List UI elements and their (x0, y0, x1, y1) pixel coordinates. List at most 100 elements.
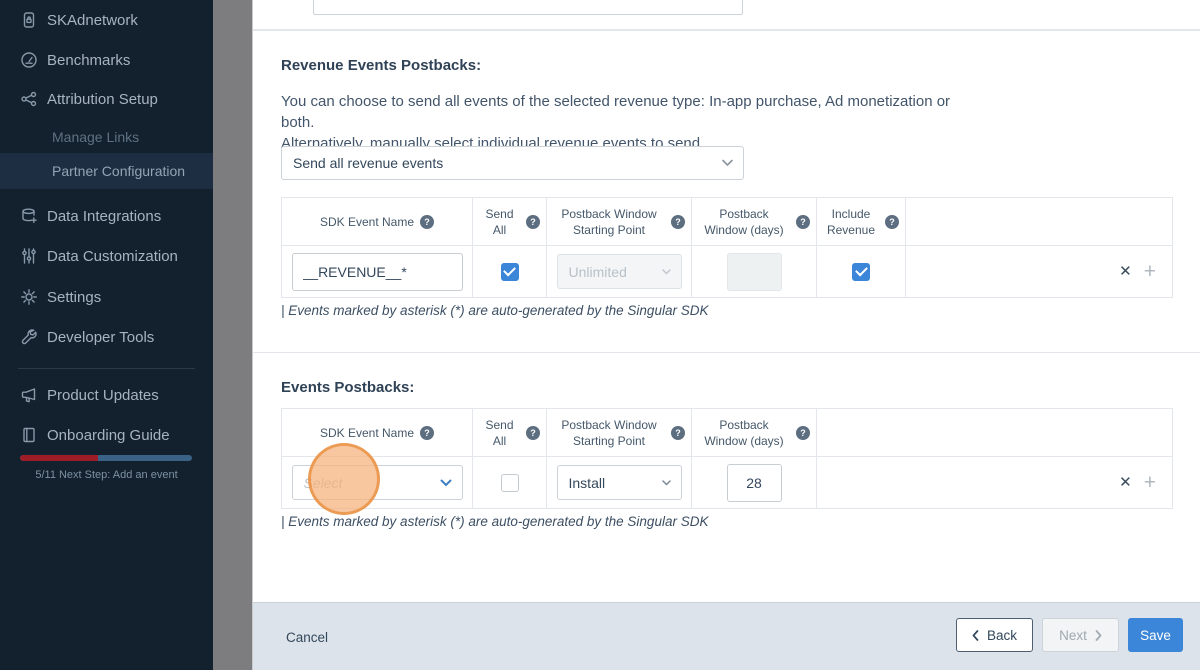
include-revenue-cell (817, 246, 906, 297)
add-row-icon[interactable] (1144, 261, 1156, 282)
col-header-send-all: Send All (473, 198, 547, 245)
next-button[interactable]: Next (1042, 618, 1119, 652)
row-actions-cell (906, 246, 1172, 297)
help-icon[interactable] (526, 215, 540, 229)
postback-window-days-cell (692, 246, 817, 297)
postback-window-start-value: Unlimited (558, 264, 627, 280)
help-icon[interactable] (796, 426, 810, 440)
help-icon[interactable] (671, 426, 685, 440)
sidebar-divider (18, 368, 195, 369)
chevron-right-icon (1095, 630, 1102, 641)
postback-window-start-value: Install (558, 475, 606, 491)
top-divider (253, 29, 1200, 31)
events-table: SDK Event Name Send All Postback Window … (281, 408, 1173, 509)
next-button-label: Next (1059, 628, 1087, 643)
event-name-select[interactable]: Select (292, 465, 463, 500)
help-icon[interactable] (526, 426, 540, 440)
asterisk-note: | Events marked by asterisk (*) are auto… (281, 303, 708, 318)
col-header-label: Postback Window Starting Point (553, 206, 665, 238)
table-row: Unlimited (282, 246, 1172, 297)
event-name-placeholder: Select (293, 475, 343, 491)
chevron-down-icon (440, 479, 452, 487)
megaphone-icon (20, 386, 38, 404)
sidebar-item-label: Onboarding Guide (47, 427, 170, 444)
sidebar-item-data-integrations[interactable]: Data Integrations (0, 196, 213, 236)
phone-lock-icon (20, 11, 38, 29)
back-button-label: Back (987, 628, 1017, 643)
col-header-send-all: Send All (473, 409, 547, 456)
sidebar-item-label: Settings (47, 289, 101, 306)
remove-row-icon[interactable] (1119, 475, 1132, 490)
include-revenue-checkbox[interactable] (852, 263, 870, 281)
database-plus-icon (20, 207, 38, 225)
help-icon[interactable] (420, 215, 434, 229)
col-header-postback-window-start: Postback Window Starting Point (547, 198, 692, 245)
sidebar-item-onboarding-guide[interactable]: Onboarding Guide (0, 415, 213, 455)
col-header-label: Include Revenue (823, 206, 879, 238)
save-button[interactable]: Save (1128, 618, 1183, 652)
sliders-icon (20, 247, 38, 265)
send-all-cell (473, 246, 547, 297)
col-header-actions (906, 198, 1172, 245)
sidebar-item-skadnetwork[interactable]: SKAdnetwork (0, 0, 213, 40)
remove-row-icon[interactable] (1119, 264, 1132, 279)
dimmed-backdrop (213, 0, 252, 670)
sidebar: SKAdnetwork Benchmarks Attribution Setup… (0, 0, 213, 670)
table-row: Select Install (282, 457, 1172, 508)
col-header-postback-window-start: Postback Window Starting Point (547, 409, 692, 456)
back-button[interactable]: Back (956, 618, 1033, 652)
cancel-link[interactable]: Cancel (286, 603, 328, 670)
send-all-checkbox[interactable] (501, 263, 519, 281)
save-button-label: Save (1140, 628, 1171, 643)
help-icon[interactable] (671, 215, 685, 229)
revenue-events-table: SDK Event Name Send All Postback Window … (281, 197, 1173, 298)
sidebar-item-data-customization[interactable]: Data Customization (0, 236, 213, 276)
sidebar-item-benchmarks[interactable]: Benchmarks (0, 40, 213, 80)
sidebar-item-product-updates[interactable]: Product Updates (0, 375, 213, 415)
section-divider (253, 352, 1200, 353)
postback-window-days-input (727, 253, 782, 291)
wrench-icon (20, 328, 38, 346)
sidebar-item-developer-tools[interactable]: Developer Tools (0, 317, 213, 357)
send-all-checkbox[interactable] (501, 474, 519, 492)
col-header-label: SDK Event Name (320, 214, 414, 230)
revenue-mode-select[interactable]: Send all revenue events (281, 146, 744, 180)
sidebar-item-partner-configuration[interactable]: Partner Configuration (0, 153, 213, 189)
chevron-down-icon (662, 480, 671, 486)
asterisk-note: | Events marked by asterisk (*) are auto… (281, 514, 708, 529)
sidebar-item-label: Product Updates (47, 387, 159, 404)
postback-window-days-input[interactable] (727, 464, 782, 502)
help-icon[interactable] (796, 215, 810, 229)
sidebar-item-label: Data Customization (47, 248, 178, 265)
col-header-include-revenue: Include Revenue (817, 198, 906, 245)
table-header-row: SDK Event Name Send All Postback Window … (282, 409, 1172, 457)
event-name-cell (282, 246, 473, 297)
book-icon (20, 426, 38, 444)
help-icon[interactable] (885, 215, 899, 229)
gauge-icon (20, 51, 38, 69)
sidebar-subitem-label: Manage Links (52, 129, 139, 145)
revenue-event-name-input[interactable] (292, 253, 463, 291)
partial-field-above[interactable] (313, 0, 743, 15)
revenue-postbacks-heading: Revenue Events Postbacks: (281, 57, 481, 74)
sidebar-item-settings[interactable]: Settings (0, 277, 213, 317)
chevron-down-icon (722, 160, 733, 167)
sidebar-item-attribution-setup[interactable]: Attribution Setup (0, 79, 213, 119)
sidebar-item-manage-links[interactable]: Manage Links (0, 119, 213, 155)
col-header-label: Send All (479, 417, 520, 449)
help-icon[interactable] (420, 426, 434, 440)
network-icon (20, 90, 38, 108)
postback-window-days-cell (692, 457, 817, 508)
col-header-actions (817, 409, 1172, 456)
partner-configuration-panel: Revenue Events Postbacks: You can choose… (252, 0, 1200, 670)
postback-window-start-select[interactable]: Install (557, 465, 682, 500)
sidebar-item-label: Attribution Setup (47, 91, 158, 108)
chevron-left-icon (972, 630, 979, 641)
revenue-mode-select-value: Send all revenue events (282, 155, 443, 171)
col-header-postback-window-days: Postback Window (days) (692, 198, 817, 245)
event-name-cell: Select (282, 457, 473, 508)
postback-window-start-select: Unlimited (557, 254, 682, 289)
onboarding-progress-bar (20, 455, 192, 461)
sidebar-item-label: Developer Tools (47, 329, 154, 346)
add-row-icon[interactable] (1144, 472, 1156, 493)
